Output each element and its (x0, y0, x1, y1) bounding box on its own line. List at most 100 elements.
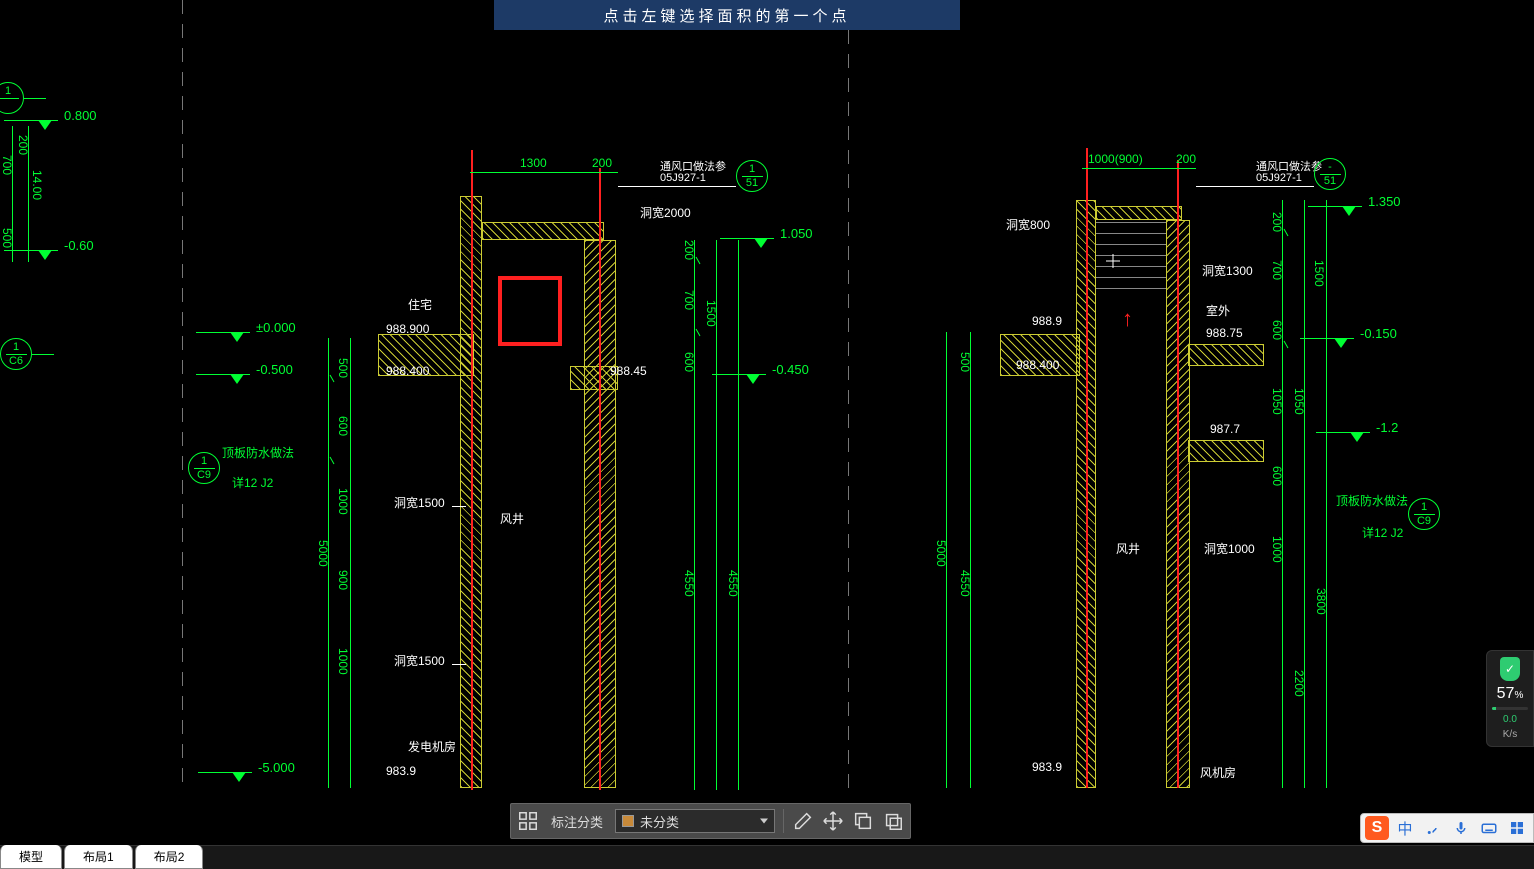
dim: 5000 (934, 540, 948, 567)
slab (1188, 440, 1264, 462)
dim-line (1082, 168, 1196, 169)
bubble-51: 151 (736, 160, 768, 192)
dim-line (1304, 200, 1305, 788)
dim-line (350, 338, 351, 788)
lbl: 05J927-1 (660, 172, 706, 184)
dim: 500 (336, 358, 350, 378)
elev-pm0: ±0.000 (256, 320, 296, 335)
copy-icon[interactable] (852, 810, 874, 832)
edit-icon[interactable] (792, 810, 814, 832)
selection-box (498, 276, 562, 346)
tab-model[interactable]: 模型 (0, 845, 62, 869)
dim: 500 (958, 352, 972, 372)
bubble-c6: 1C6 (0, 338, 32, 370)
slab (482, 222, 604, 240)
prompt-text: 点击左键选择面积的第一个点 (603, 5, 850, 26)
dim: 600 (1270, 466, 1284, 486)
lbl: 风井 (1116, 540, 1140, 557)
dim: 600 (682, 352, 696, 372)
network-widget[interactable]: 57% 0.0 K/s (1486, 650, 1534, 747)
elev-m060: -0.60 (64, 238, 94, 253)
dim: 4550 (726, 570, 740, 597)
sogou-logo-icon[interactable]: S (1365, 816, 1389, 840)
axis (1177, 160, 1179, 788)
elev: -1.2 (1376, 420, 1398, 435)
dim: 4550 (958, 570, 972, 597)
lbl: 洞宽1300 (1202, 262, 1253, 279)
paste-icon[interactable] (882, 810, 904, 832)
grid-icon[interactable] (517, 810, 539, 832)
dim-line (970, 332, 971, 788)
lbl: 详12 J2 (1362, 524, 1403, 541)
slab (1096, 206, 1182, 220)
dim: 1000 (336, 648, 350, 675)
dim: 600 (1270, 320, 1284, 340)
ime-bar: S 中 (1360, 813, 1534, 843)
net-rate: K/s (1503, 729, 1517, 740)
elev: 988.75 (1206, 326, 1243, 340)
dim: 1500 (1312, 260, 1326, 287)
tab-layout1[interactable]: 布局1 (64, 845, 133, 869)
dim-1400: 14.00 (30, 170, 44, 200)
lbl: 风机房 (1200, 764, 1236, 781)
tab-layout2[interactable]: 布局2 (135, 845, 204, 869)
line (452, 664, 466, 665)
dim: 200 (682, 240, 696, 260)
lbl: 发电机房 (408, 738, 456, 755)
elev: 987.7 (1210, 422, 1240, 436)
tabs-bar (0, 845, 1534, 869)
separator (783, 809, 784, 833)
ime-punct-icon[interactable] (1421, 816, 1445, 840)
leader (1196, 186, 1314, 187)
lbl: 洞宽800 (1006, 216, 1050, 233)
toolbar-label: 标注分类 (551, 812, 603, 831)
axis (599, 168, 601, 790)
elev: 988.900 (386, 322, 429, 336)
dim: 1000 (336, 488, 350, 515)
elev: -0.450 (772, 362, 809, 377)
dim: 700 (682, 290, 696, 310)
line (452, 506, 466, 507)
dim: 200 (592, 156, 612, 170)
ime-lang-button[interactable]: 中 (1393, 816, 1417, 840)
lbl: 住宅 (408, 296, 432, 313)
category-select[interactable]: 未分类 (615, 809, 775, 833)
elev-m5: -5.000 (258, 760, 295, 775)
lbl: 05J927-1 (1256, 172, 1302, 184)
move-icon[interactable] (822, 810, 844, 832)
ime-voice-icon[interactable] (1449, 816, 1473, 840)
elev-m05: -0.500 (256, 362, 293, 377)
lbl: 洞宽1500 (394, 494, 445, 511)
gridline (182, 0, 183, 790)
slab (1188, 344, 1264, 366)
dim: 1000 (1270, 536, 1284, 563)
dim: 200 (1176, 152, 1196, 166)
dim: 4550 (682, 570, 696, 597)
dim: 3800 (1314, 588, 1328, 615)
layout-tabs: 模型 布局1 布局2 (0, 845, 205, 869)
axis (471, 150, 473, 790)
ime-menu-icon[interactable] (1505, 816, 1529, 840)
prompt-bar: 点击左键选择面积的第一个点 (494, 0, 960, 30)
label-roof: 顶板防水做法 (222, 444, 294, 461)
elev: 988.400 (386, 364, 429, 378)
ime-keyboard-icon[interactable] (1477, 816, 1501, 840)
dim-line (1326, 200, 1327, 788)
select-value: 未分类 (640, 812, 679, 831)
chevron-down-icon (760, 819, 768, 824)
elev: -0.150 (1360, 326, 1397, 341)
dim-line (738, 240, 739, 790)
arrow-up-icon: ↑ (1122, 306, 1133, 332)
dim: 200 (1270, 212, 1284, 232)
net-bar (1492, 707, 1528, 710)
elev: 983.9 (386, 764, 416, 778)
dim: 600 (336, 416, 350, 436)
elev: 988.400 (1016, 358, 1059, 372)
elev: 1.350 (1368, 194, 1401, 209)
cad-canvas[interactable]: 点击左键选择面积的第一个点 1 0.800 700 200 500 14.00 … (0, 0, 1534, 869)
elev: 983.9 (1032, 760, 1062, 774)
bubble-c9: 1C9 (188, 452, 220, 484)
label-ref: 详12 J2 (232, 474, 273, 491)
color-swatch-icon (622, 815, 634, 827)
dim: 1000(900) (1088, 152, 1143, 166)
